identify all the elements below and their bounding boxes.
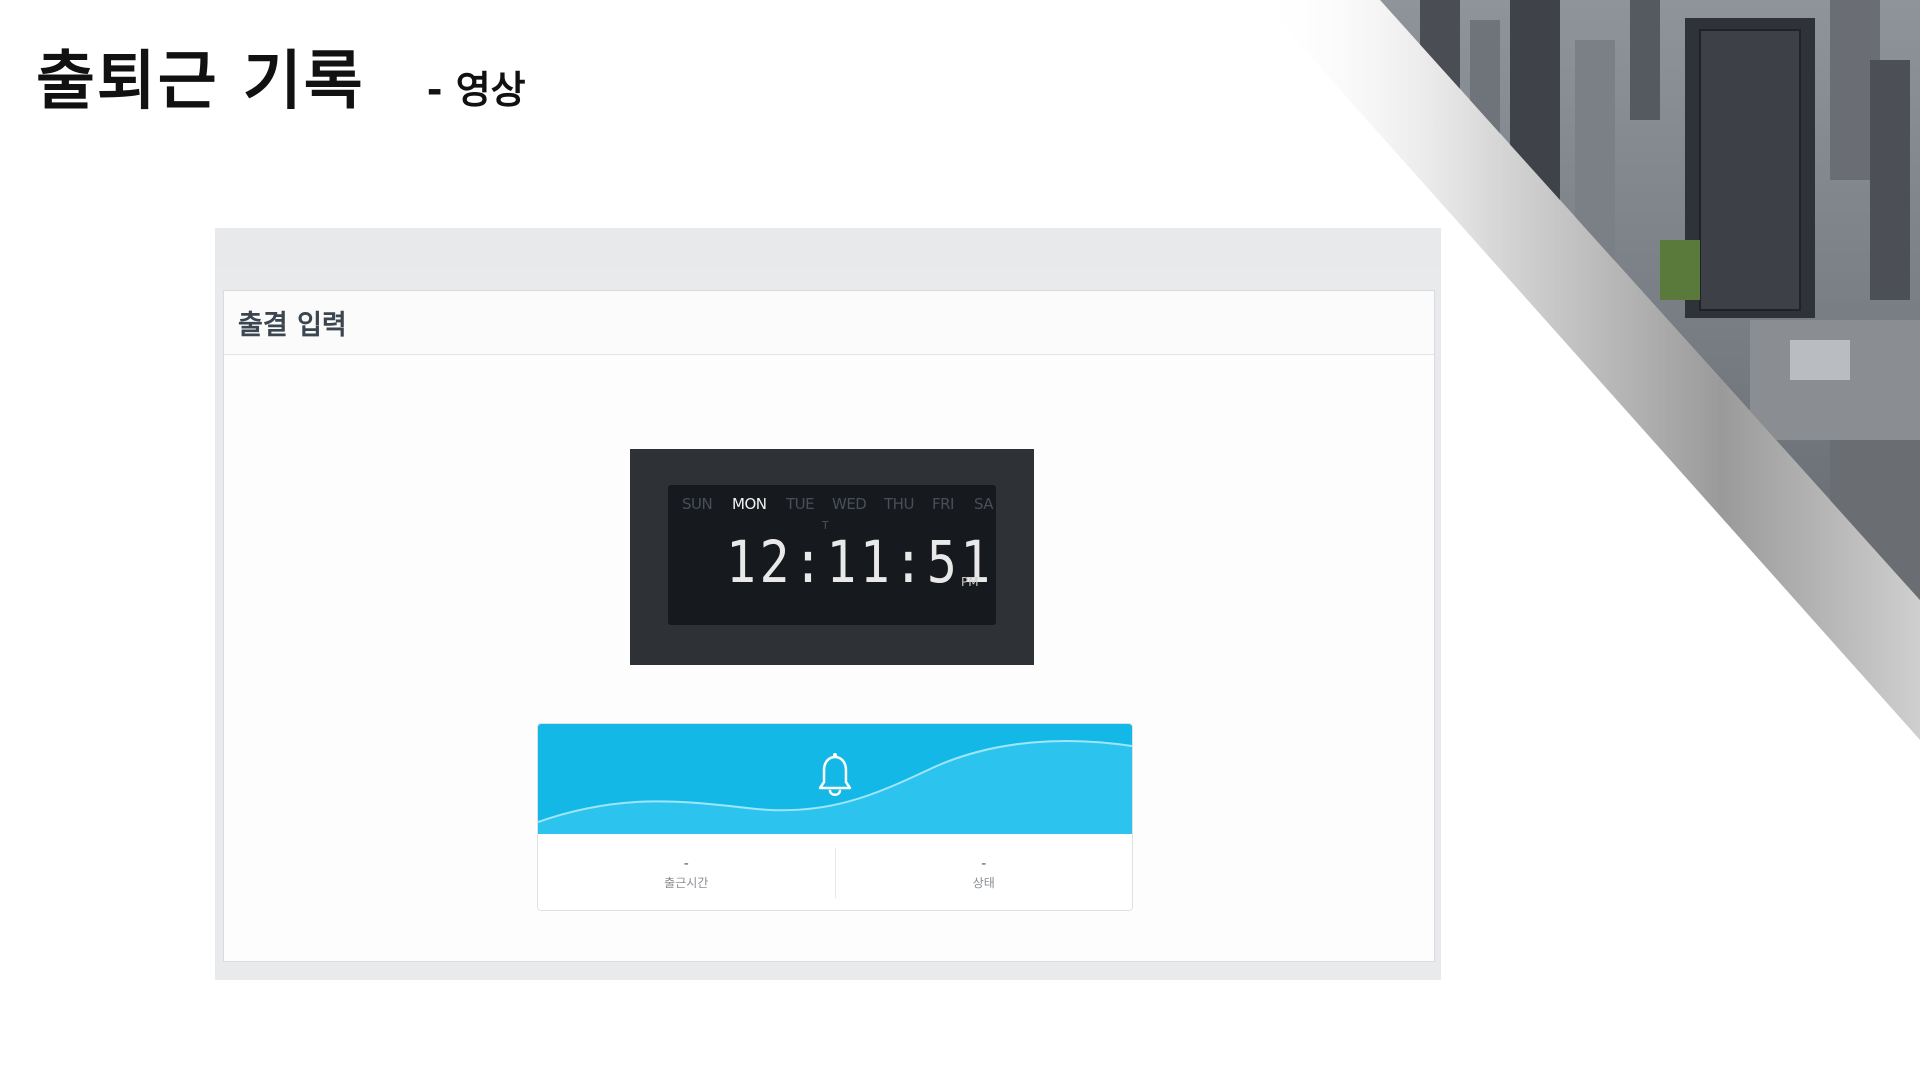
check-in-info: - 출근시간 - 상태 — [538, 834, 1133, 910]
weekday-wed: WED — [832, 495, 867, 513]
status-cell: - 상태 — [834, 848, 1133, 898]
weekday-sat: SA — [974, 495, 994, 513]
status-label: 상태 — [972, 875, 995, 890]
clock-ampm: PM — [961, 575, 979, 589]
weekday-thu: THU — [884, 495, 914, 513]
weekday-row: SUN MON TUE WED THU FRI SA — [668, 495, 996, 515]
clock-screen: SUN MON TUE WED THU FRI SA T 12:11:51 PM — [668, 485, 996, 625]
checkin-time-label: 출근시간 — [664, 875, 709, 890]
card-header: 출결 입력 — [224, 291, 1434, 355]
checkin-time-cell: - 출근시간 — [538, 834, 835, 910]
attendance-screenshot: 출결 입력 SUN MON TUE WED THU FRI SA T 12:11… — [215, 228, 1441, 980]
weekday-tue: TUE — [786, 495, 815, 513]
slide-title-main: 출퇴근 기록 — [36, 45, 365, 119]
weekday-mon: MON — [732, 495, 767, 513]
status-value: - — [981, 855, 987, 872]
check-in-widget: - 출근시간 - 상태 — [537, 723, 1133, 911]
slide-title-sub: - 영상 — [426, 68, 526, 112]
card-title: 출결 입력 — [238, 310, 347, 341]
checkin-time-value: - — [683, 855, 689, 872]
clock-time: 12:11:51 — [726, 528, 994, 596]
check-in-button[interactable] — [538, 724, 1132, 834]
weekday-sun: SUN — [682, 495, 713, 513]
attendance-card: 출결 입력 SUN MON TUE WED THU FRI SA T 12:11… — [223, 290, 1435, 962]
digital-clock: SUN MON TUE WED THU FRI SA T 12:11:51 PM — [630, 449, 1034, 665]
screenshot-top-band — [215, 228, 1441, 266]
slide-title: 출퇴근 기록 - 영상 — [36, 30, 526, 122]
weekday-fri: FRI — [932, 495, 954, 513]
